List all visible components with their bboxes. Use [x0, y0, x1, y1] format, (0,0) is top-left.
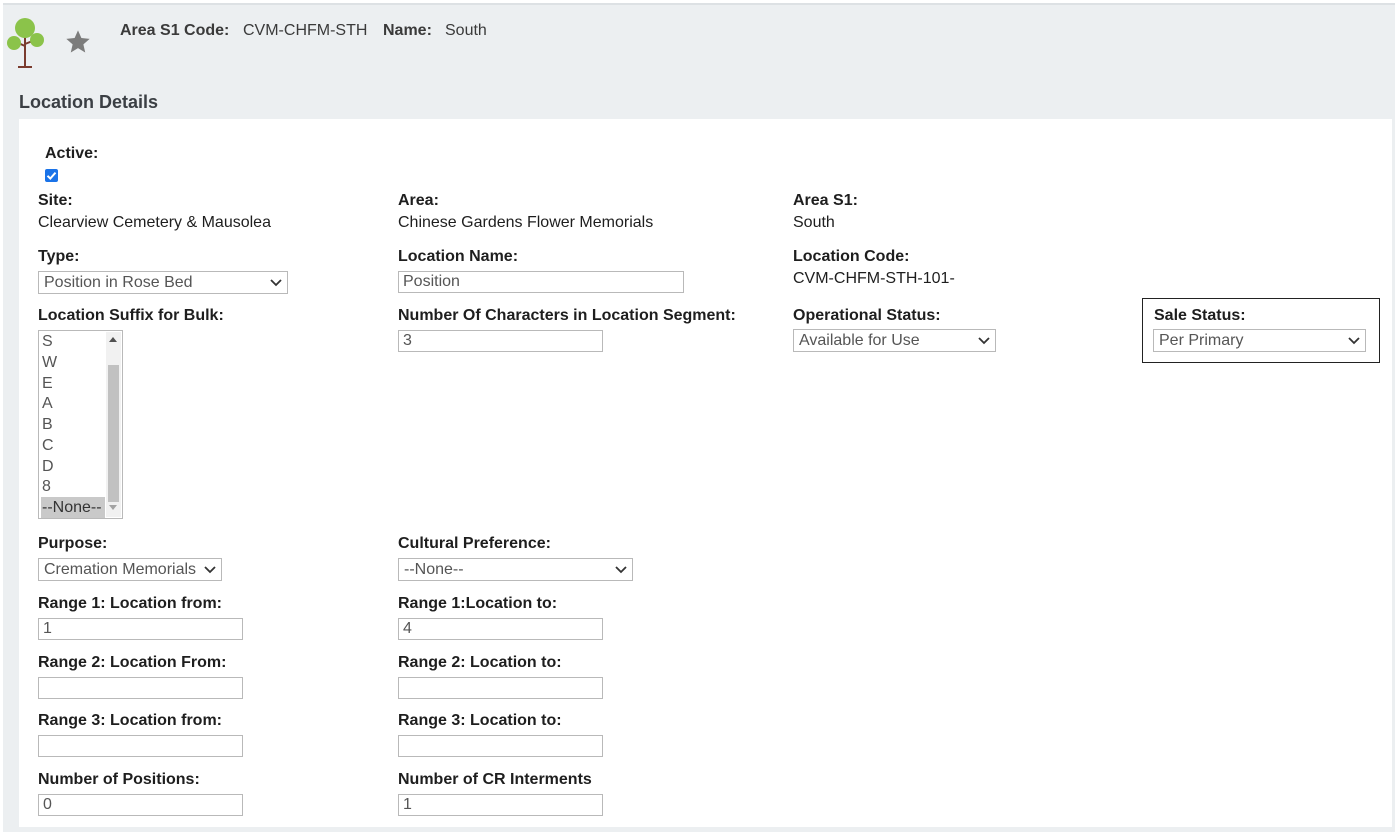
name-value: South: [445, 22, 487, 39]
range3-to-input[interactable]: [398, 735, 603, 757]
operational-status-label: Operational Status:: [793, 307, 941, 324]
area-s1-label: Area S1:: [793, 192, 858, 209]
check-icon: [46, 171, 57, 180]
operational-status-value: Available for Use: [799, 332, 920, 349]
section-title: Location Details: [19, 92, 159, 112]
range1-from-input[interactable]: [38, 618, 243, 640]
area-s1-code-label: Area S1 Code:: [120, 22, 230, 39]
listbox-option[interactable]: S: [41, 331, 105, 352]
scrollbar-thumb[interactable]: [108, 365, 119, 502]
listbox-option[interactable]: D: [41, 456, 105, 477]
chevron-down-icon: [270, 279, 282, 287]
area-s1-value: South: [793, 214, 835, 231]
type-select[interactable]: Position in Rose Bed: [38, 271, 288, 294]
range3-from-label: Range 3: Location from:: [38, 712, 223, 729]
listbox-scrollbar[interactable]: [106, 332, 121, 517]
name-label: Name:: [383, 22, 432, 39]
listbox-option[interactable]: W: [41, 352, 105, 373]
range2-to-label: Range 2: Location to:: [398, 654, 562, 671]
purpose-select[interactable]: Cremation Memorials: [38, 558, 222, 581]
listbox-option-selected[interactable]: --None--: [41, 497, 105, 518]
sale-status-value: Per Primary: [1159, 332, 1244, 349]
purpose-value: Cremation Memorials: [44, 561, 197, 578]
range1-from-label: Range 1: Location from:: [38, 595, 223, 612]
cultural-preference-value: --None--: [404, 561, 464, 578]
num-positions-label: Number of Positions:: [38, 771, 200, 788]
location-name-label: Location Name:: [398, 248, 519, 265]
site-label: Site:: [38, 192, 73, 209]
range3-from-input[interactable]: [38, 735, 243, 757]
range1-to-label: Range 1:Location to:: [398, 595, 558, 612]
chevron-down-icon: [615, 566, 627, 574]
listbox-option[interactable]: E: [41, 373, 105, 394]
location-name-input[interactable]: [398, 271, 684, 293]
range1-to-input[interactable]: [398, 618, 603, 640]
operational-status-select[interactable]: Available for Use: [793, 329, 996, 352]
purpose-label: Purpose:: [38, 535, 108, 552]
area-s1-code-value: CVM-CHFM-STH: [243, 22, 368, 39]
location-code-label: Location Code:: [793, 248, 910, 265]
active-label: Active:: [45, 145, 99, 162]
chevron-down-icon: [978, 337, 990, 345]
location-code-value: CVM-CHFM-STH-101-: [793, 270, 955, 287]
listbox-option[interactable]: C: [41, 435, 105, 456]
chevron-down-icon: [1348, 337, 1360, 345]
tree-icon: [7, 18, 44, 68]
listbox-option[interactable]: A: [41, 393, 105, 414]
type-select-value: Position in Rose Bed: [44, 274, 193, 291]
range2-from-input[interactable]: [38, 677, 243, 699]
cultural-preference-select[interactable]: --None--: [398, 558, 633, 581]
num-positions-input[interactable]: [38, 794, 243, 816]
area-value: Chinese Gardens Flower Memorials: [398, 214, 654, 231]
cultural-preference-label: Cultural Preference:: [398, 535, 551, 552]
site-value: Clearview Cemetery & Mausolea: [38, 214, 271, 231]
range2-from-label: Range 2: Location From:: [38, 654, 227, 671]
type-label: Type:: [38, 248, 80, 265]
star-icon[interactable]: [64, 28, 92, 56]
num-cr-interments-label: Number of CR Interments: [398, 771, 592, 788]
scroll-up-icon[interactable]: [109, 337, 117, 342]
active-checkbox[interactable]: [45, 169, 58, 182]
range3-to-label: Range 3: Location to:: [398, 712, 562, 729]
num-chars-segment-input[interactable]: [398, 330, 603, 352]
num-cr-interments-input[interactable]: [398, 794, 603, 816]
location-suffix-label: Location Suffix for Bulk:: [38, 307, 224, 324]
listbox-option[interactable]: 8: [41, 476, 105, 497]
sale-status-label: Sale Status:: [1154, 307, 1246, 324]
listbox-option[interactable]: B: [41, 414, 105, 435]
location-suffix-listbox[interactable]: S W E A B C D 8 --None--: [38, 330, 123, 519]
area-label: Area:: [398, 192, 439, 209]
range2-to-input[interactable]: [398, 677, 603, 699]
num-chars-segment-label: Number Of Characters in Location Segment…: [398, 307, 736, 324]
chevron-down-icon: [204, 566, 216, 574]
sale-status-select[interactable]: Per Primary: [1153, 329, 1366, 352]
scroll-down-icon[interactable]: [109, 505, 117, 510]
